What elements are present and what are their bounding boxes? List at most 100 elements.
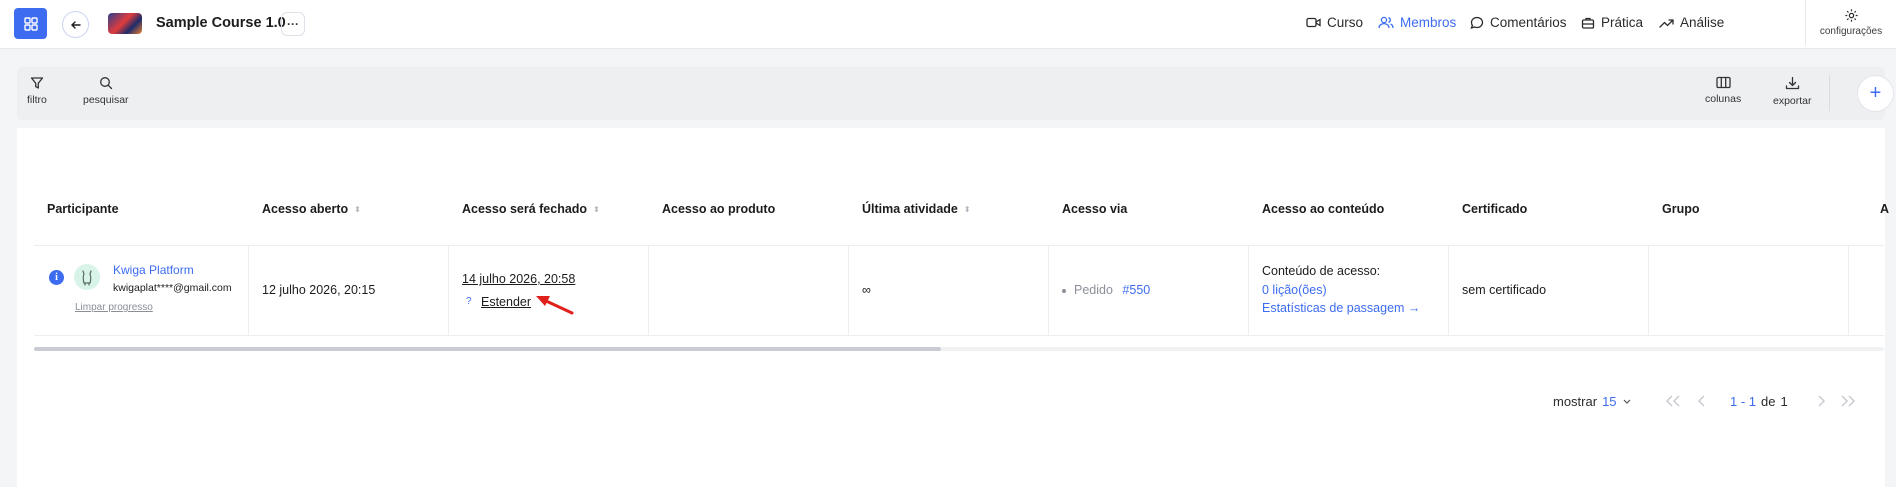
nav-pratica[interactable]: Prática [1581,0,1643,45]
nav-comentarios[interactable]: Comentários [1470,0,1567,45]
access-via-label: Pedido [1074,283,1113,297]
filter-label: filtro [27,94,47,106]
header-divider [34,245,1884,246]
first-page-icon[interactable] [1665,395,1681,407]
search-label: pesquisar [83,94,129,106]
column-header-certificate: Certificado [1462,202,1528,216]
column-header-group: Grupo [1662,202,1700,216]
column-header-product-access: Acesso ao produto [662,202,776,216]
annotation-arrow-icon [536,296,574,315]
nav-label: Membros [1400,15,1457,30]
column-separator [648,246,649,335]
course-thumbnail [108,13,142,34]
search-button[interactable]: pesquisar [83,76,129,106]
nav-membros[interactable]: Membros [1378,0,1456,45]
page-size-selector[interactable]: mostrar 15 [1553,394,1631,409]
column-separator [1848,246,1849,335]
column-separator [448,246,449,335]
toolbar-divider [1829,75,1830,111]
last-page-icon[interactable] [1840,395,1856,407]
column-separator [1048,246,1049,335]
nav-label: Prática [1601,15,1644,30]
columns-button[interactable]: colunas [1705,76,1741,105]
members-table-panel: Participante Acesso aberto ⬍ Acesso será … [17,128,1889,487]
info-icon[interactable]: i [49,270,64,285]
of-label: de [1761,394,1776,409]
search-icon [99,77,112,90]
previous-page-icon[interactable] [1697,395,1707,407]
page-range-value: 1 - 1 [1730,394,1757,409]
course-title: Sample Course 1.0 [156,15,286,31]
gear-icon [1844,9,1858,22]
columns-icon [1715,76,1731,89]
settings-button[interactable]: configurações [1805,0,1896,45]
certificate-value: sem certificado [1462,283,1547,297]
column-header-access-via: Acesso via [1062,202,1128,216]
briefcase-icon [1581,17,1595,29]
more-icon: ··· [287,17,299,31]
nav-label: Análise [1680,15,1725,30]
grid-icon [23,16,38,31]
nav-curso[interactable]: Curso [1306,0,1363,45]
export-button[interactable]: exportar [1773,76,1812,107]
access-closes-date[interactable]: 14 julho 2026, 20:58 [462,272,575,286]
filter-button[interactable]: filtro [27,76,47,106]
settings-label: configurações [1819,26,1883,37]
users-icon [1378,16,1394,29]
course-more-button[interactable]: ··· [281,12,305,36]
passage-stats-link[interactable]: Estatísticas de passagem → [1262,301,1420,315]
help-icon[interactable]: ? [466,296,472,307]
participant-email: kwigaplat****@gmail.com [113,282,232,294]
horizontal-scrollbar-thumb[interactable] [34,347,941,351]
column-header-content-access: Acesso ao conteúdo [1262,202,1385,216]
video-icon [1306,17,1321,28]
page-range: 1 - 1 de 1 [1730,394,1788,409]
content-access-title: Conteúdo de acesso: [1262,264,1381,278]
column-separator [248,246,249,335]
page-size-value[interactable]: 15 [1602,394,1616,409]
export-label: exportar [1773,95,1812,107]
reset-progress-link[interactable]: Limpar progresso [75,302,153,313]
next-page-icon[interactable] [1816,395,1826,407]
columns-label: colunas [1705,93,1742,105]
trend-icon [1659,18,1674,28]
avatar[interactable] [74,264,100,290]
back-button[interactable] [62,11,89,38]
access-via-item: Pedido #550 [1062,283,1150,297]
page-total: 1 [1780,394,1788,409]
add-member-button[interactable]: + [1857,75,1894,112]
column-separator [848,246,849,335]
bullet-icon [1062,288,1066,293]
extend-access-link[interactable]: Estender [481,295,531,309]
sort-icon[interactable]: ⬍ [593,205,600,214]
comment-icon [1470,16,1484,29]
nav-analise[interactable]: Análise [1659,0,1724,45]
column-separator [1448,246,1449,335]
chevron-down-icon [1623,399,1630,404]
row-divider [34,335,1884,336]
column-header-participant: Participante [47,202,119,216]
column-header-access-closes[interactable]: Acesso será fechado ⬍ [462,202,600,216]
sort-icon[interactable]: ⬍ [354,205,361,214]
sort-icon[interactable]: ⬍ [964,205,971,214]
nav-label: Comentários [1490,15,1567,30]
lessons-link[interactable]: 0 lição(ões) [1262,283,1327,297]
column-separator [1248,246,1249,335]
cat-avatar-icon [82,270,92,286]
plus-icon: + [1869,82,1882,104]
filter-icon [30,77,44,89]
order-link[interactable]: #550 [1122,283,1150,297]
column-separator [1648,246,1649,335]
access-opened-value: 12 julho 2026, 20:15 [262,283,376,297]
show-label: mostrar [1553,394,1598,409]
participant-name-link[interactable]: Kwiga Platform [113,263,194,277]
apps-grid-button[interactable] [14,8,47,39]
nav-label: Curso [1327,15,1364,30]
last-activity-value: ∞ [862,283,871,297]
column-header-access-opened[interactable]: Acesso aberto ⬍ [262,202,361,216]
arrow-left-icon [70,20,81,29]
top-bar: Sample Course 1.0 ··· Curso Membros Come… [0,0,1896,49]
download-icon [1785,76,1799,90]
column-header-last-activity[interactable]: Última atividade ⬍ [862,202,971,216]
column-header-truncated: A [1880,202,1890,216]
